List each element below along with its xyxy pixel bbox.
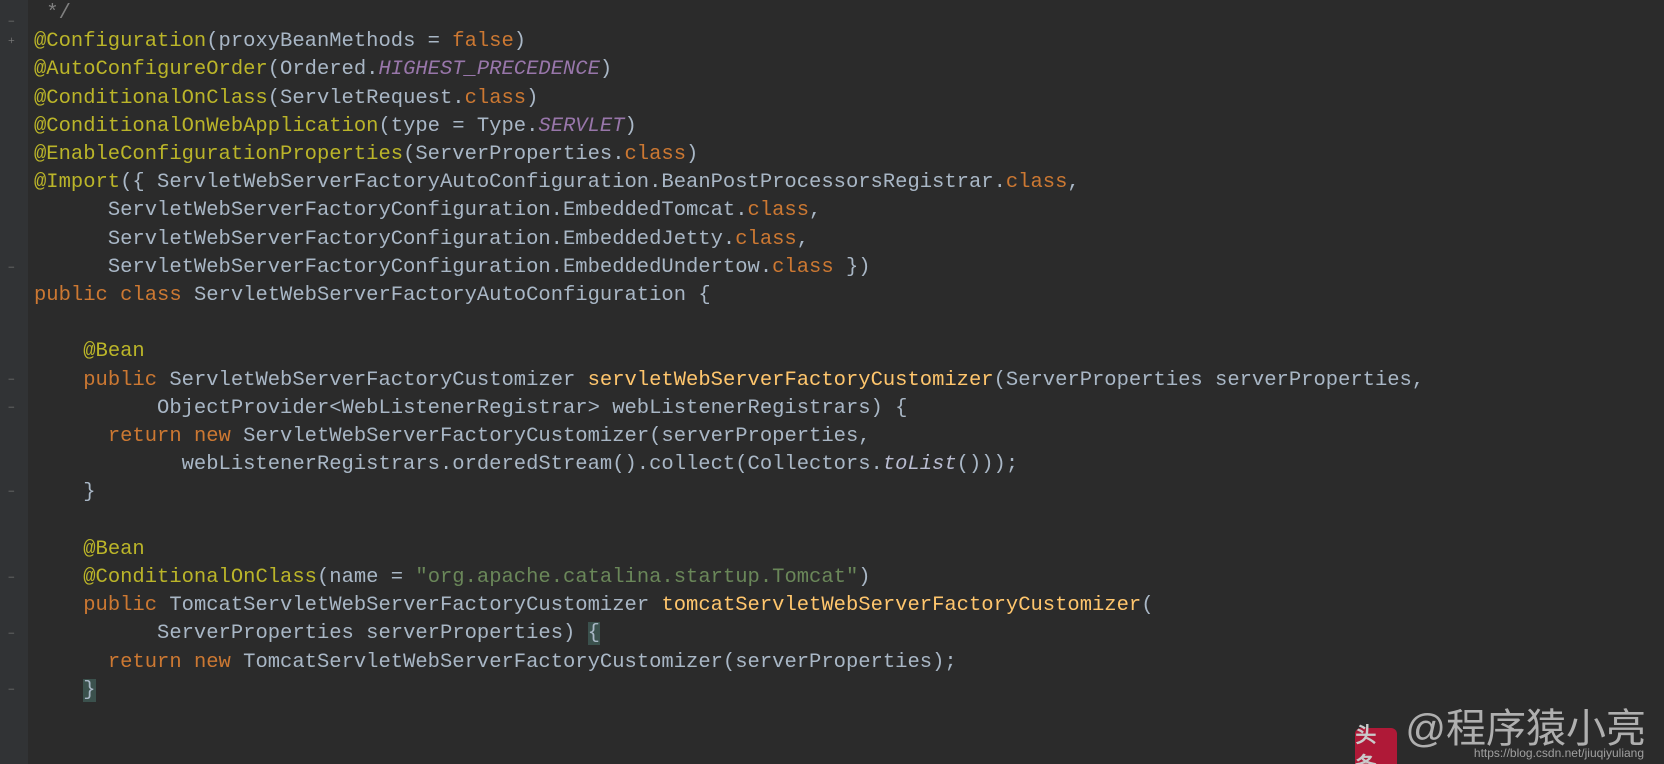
code-token: , xyxy=(797,228,809,251)
code-token: } xyxy=(83,481,95,504)
code-token: ) xyxy=(625,115,637,138)
fold-icon[interactable]: − xyxy=(8,14,15,29)
code-token: */ xyxy=(34,2,71,25)
code-token: TomcatServletWebServerFactoryCustomizer(… xyxy=(243,651,957,674)
code-token: return xyxy=(108,425,194,448)
code-token: @EnableConfigurationProperties xyxy=(34,143,403,166)
code-token xyxy=(34,228,108,251)
code-token xyxy=(34,566,83,589)
watermark-logo-icon: 头条 xyxy=(1355,728,1397,764)
code-token: ServletWebServerFactoryCustomizer xyxy=(169,369,587,392)
code-token: @Configuration xyxy=(34,30,206,53)
code-token: class xyxy=(625,143,687,166)
code-token xyxy=(34,425,108,448)
watermark-url: https://blog.csdn.net/jiuqiyuliang xyxy=(1474,746,1644,760)
code-token: new xyxy=(194,425,243,448)
code-token xyxy=(34,679,83,702)
code-token: @Bean xyxy=(83,340,145,363)
code-token: ) xyxy=(858,566,870,589)
code-token: class xyxy=(465,87,527,110)
code-token: webListenerRegistrars.orderedStream().co… xyxy=(182,453,883,476)
code-token: ObjectProvider<WebListenerRegistrar> web… xyxy=(157,397,907,420)
code-token: ServletWebServerFactoryCustomizer(server… xyxy=(243,425,870,448)
code-token: (proxyBeanMethods = xyxy=(206,30,452,53)
code-token: ServerProperties serverProperties) xyxy=(157,622,588,645)
code-token: servletWebServerFactoryCustomizer xyxy=(588,369,994,392)
code-token: ())); xyxy=(957,453,1019,476)
code-token xyxy=(34,538,83,561)
fold-icon[interactable]: − xyxy=(8,626,15,641)
code-token: { xyxy=(698,284,710,307)
brace-highlight: } xyxy=(83,679,95,702)
code-token: ) xyxy=(514,30,526,53)
code-token: ServletWebServerFactoryConfiguration.Emb… xyxy=(108,199,748,222)
code-token xyxy=(34,594,83,617)
code-token: }) xyxy=(834,256,871,279)
code-token: public class xyxy=(34,284,194,307)
code-token: @ConditionalOnClass xyxy=(34,87,268,110)
code-token: (type = Type. xyxy=(378,115,538,138)
code-token: @Import xyxy=(34,171,120,194)
code-token: (ServletRequest. xyxy=(268,87,465,110)
code-token: (Ordered. xyxy=(268,58,379,81)
code-token: tomcatServletWebServerFactoryCustomizer xyxy=(661,594,1141,617)
code-token: @ConditionalOnClass xyxy=(83,566,317,589)
code-token: SERVLET xyxy=(538,115,624,138)
code-token: @Bean xyxy=(83,538,145,561)
fold-icon[interactable]: − xyxy=(8,260,15,275)
code-token xyxy=(34,397,157,420)
code-token: TomcatServletWebServerFactoryCustomizer xyxy=(169,594,661,617)
code-token: , xyxy=(1067,171,1079,194)
code-token: return xyxy=(108,651,194,674)
code-token: class xyxy=(735,228,797,251)
code-token: ServletWebServerFactoryAutoConfiguration xyxy=(194,284,698,307)
code-editor[interactable]: */ @Configuration(proxyBeanMethods = fal… xyxy=(28,0,1664,764)
code-content[interactable]: */ @Configuration(proxyBeanMethods = fal… xyxy=(28,0,1664,705)
code-token: ) xyxy=(526,87,538,110)
code-token: (name = xyxy=(317,566,415,589)
code-token: ServletWebServerFactoryConfiguration.Emb… xyxy=(108,256,772,279)
code-token: (ServerProperties serverProperties, xyxy=(994,369,1425,392)
code-token: class xyxy=(772,256,834,279)
code-token: class xyxy=(1006,171,1068,194)
code-token: false xyxy=(452,30,514,53)
brace-highlight: { xyxy=(588,622,600,645)
fold-icon[interactable]: − xyxy=(8,570,15,585)
code-token xyxy=(34,340,83,363)
code-token: @AutoConfigureOrder xyxy=(34,58,268,81)
code-token xyxy=(34,256,108,279)
code-token: ) xyxy=(686,143,698,166)
code-token xyxy=(34,369,83,392)
fold-icon[interactable]: + xyxy=(8,33,15,48)
editor-gutter[interactable]: − + − − − − − − − xyxy=(0,0,28,764)
fold-icon[interactable]: − xyxy=(8,682,15,697)
code-token: , xyxy=(809,199,821,222)
code-token: public xyxy=(83,594,169,617)
code-token: ({ ServletWebServerFactoryAutoConfigurat… xyxy=(120,171,1006,194)
code-token xyxy=(34,453,182,476)
code-token: "org.apache.catalina.startup.Tomcat" xyxy=(415,566,858,589)
code-token: (ServerProperties. xyxy=(403,143,624,166)
code-token xyxy=(34,199,108,222)
fold-icon[interactable]: − xyxy=(8,484,15,499)
code-token: toList xyxy=(883,453,957,476)
code-token: public xyxy=(83,369,169,392)
fold-icon[interactable]: − xyxy=(8,400,15,415)
code-token xyxy=(34,651,108,674)
code-token: new xyxy=(194,651,243,674)
code-token: ServletWebServerFactoryConfiguration.Emb… xyxy=(108,228,735,251)
fold-icon[interactable]: − xyxy=(8,372,15,387)
code-token: ( xyxy=(1141,594,1153,617)
code-token xyxy=(34,481,83,504)
code-token: @ConditionalOnWebApplication xyxy=(34,115,378,138)
code-token: class xyxy=(748,199,810,222)
code-token: ) xyxy=(600,58,612,81)
code-token xyxy=(34,622,157,645)
code-token: HIGHEST_PRECEDENCE xyxy=(378,58,599,81)
